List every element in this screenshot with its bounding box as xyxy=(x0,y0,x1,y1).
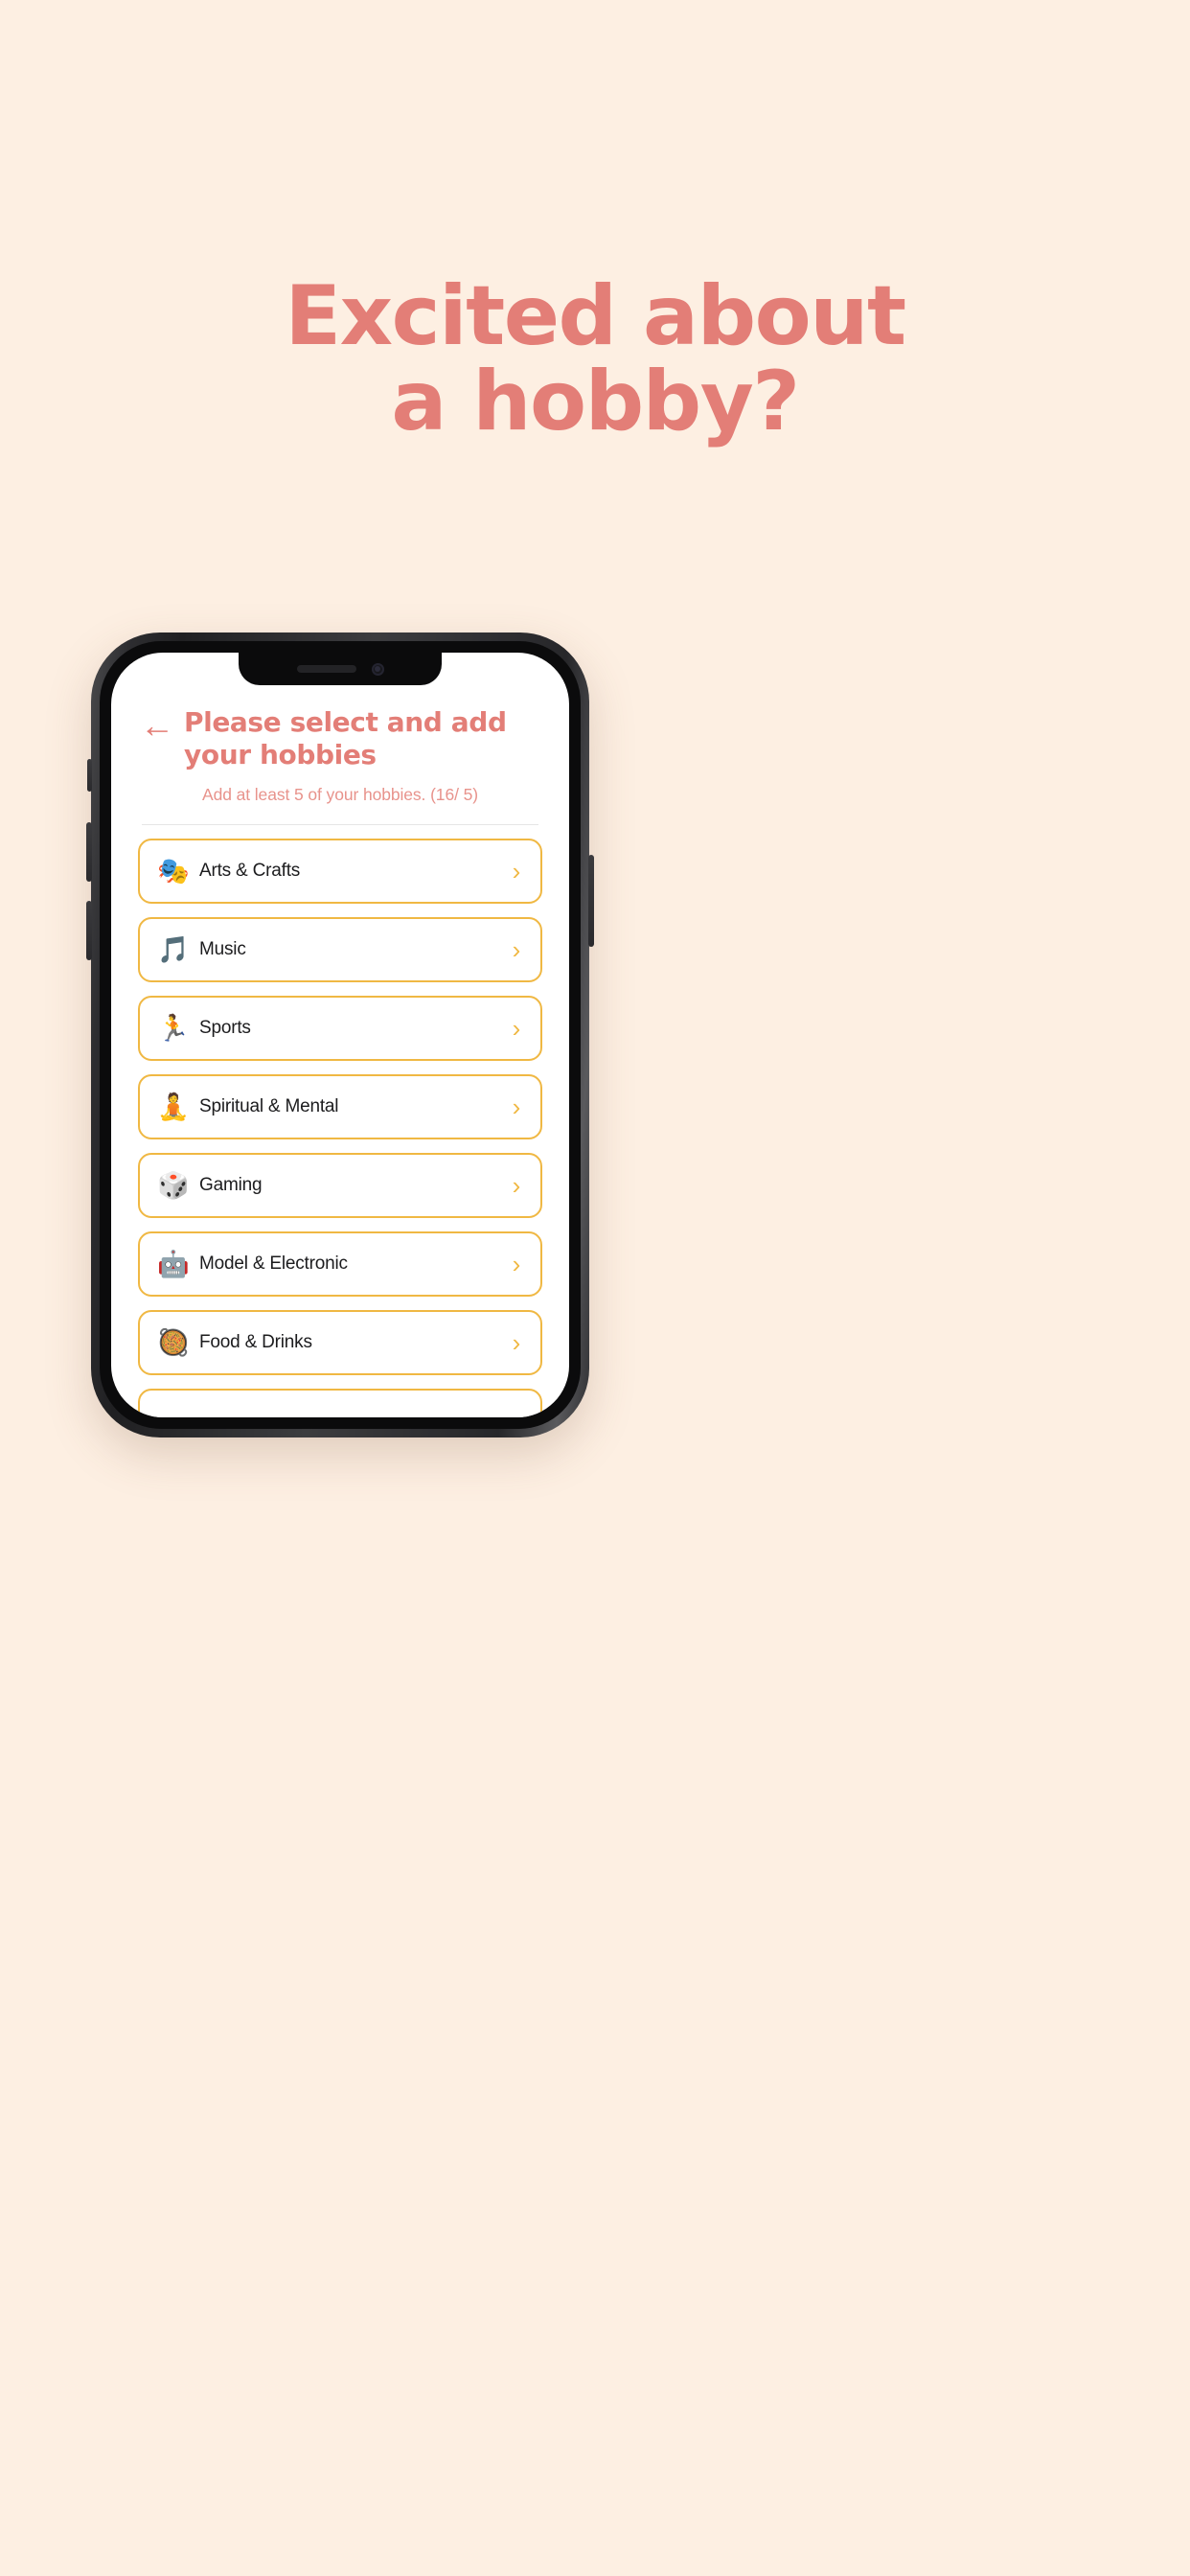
back-arrow-icon[interactable]: ← xyxy=(140,708,174,743)
robot-icon: 🤖 xyxy=(157,1249,190,1279)
hobby-list-item[interactable]: 🧘 Spiritual & Mental › xyxy=(138,1074,542,1140)
theater-masks-icon: 🎭 xyxy=(157,856,190,886)
hobby-list-item[interactable]: 🤖 Model & Electronic › xyxy=(138,1231,542,1298)
speaker-icon xyxy=(296,665,356,673)
paella-icon: 🥘 xyxy=(157,1327,190,1358)
silence-switch[interactable] xyxy=(87,759,92,792)
phone-bezel: ← Please select and add your hobbies Add… xyxy=(100,641,581,1429)
phone-mockup: ← Please select and add your hobbies Add… xyxy=(86,632,594,1438)
chevron-right-icon[interactable]: › xyxy=(508,1016,525,1041)
promo-headline: Excited about a hobby? xyxy=(0,274,1190,444)
hobby-item-label: Arts & Crafts xyxy=(199,861,301,882)
headline-line-1: Excited about xyxy=(285,268,906,364)
hobby-selection-screen: ← Please select and add your hobbies Add… xyxy=(111,653,569,1417)
chevron-right-icon[interactable]: › xyxy=(508,937,525,962)
power-button[interactable] xyxy=(588,855,594,947)
hobby-item-label: Food & Drinks xyxy=(199,1332,312,1353)
chevron-right-icon[interactable]: › xyxy=(508,1173,525,1198)
runner-icon: 🏃 xyxy=(157,1013,190,1044)
chevron-right-icon[interactable]: › xyxy=(508,1252,525,1276)
hobby-item-label: Sports xyxy=(199,1018,251,1039)
chevron-right-icon[interactable]: › xyxy=(508,859,525,884)
front-camera-icon xyxy=(371,662,384,676)
hobby-item-label: Model & Electronic xyxy=(199,1254,348,1275)
volume-down-button[interactable] xyxy=(86,901,92,960)
hobby-list-item[interactable]: 🎲 Gaming › xyxy=(138,1153,542,1219)
hobby-list-item[interactable]: 🥘 Food & Drinks › xyxy=(138,1310,542,1376)
hobby-list-item[interactable]: 🎭 Arts & Crafts › xyxy=(138,839,542,905)
hobby-list-item[interactable]: 🎵 Music › xyxy=(138,917,542,983)
chevron-right-icon[interactable]: › xyxy=(508,1094,525,1119)
header-divider xyxy=(142,824,538,826)
music-note-icon: 🎵 xyxy=(157,934,190,965)
hobby-item-label: Gaming xyxy=(199,1175,263,1196)
dice-icon: 🎲 xyxy=(157,1170,190,1201)
page-title: Please select and add your hobbies xyxy=(184,706,507,771)
volume-up-button[interactable] xyxy=(86,822,92,882)
phone-notch xyxy=(239,653,442,685)
lotus-position-icon: 🧘 xyxy=(157,1092,190,1122)
hobby-list: 🎭 Arts & Crafts › 🎵 Music › 🏃 Sports › 🧘… xyxy=(136,839,544,1417)
hobby-list-item[interactable]: 🏃 Sports › xyxy=(138,996,542,1062)
hobby-list-item-partial[interactable] xyxy=(138,1389,542,1417)
hobby-item-label: Music xyxy=(199,939,246,960)
hobby-counter-subtitle: Add at least 5 of your hobbies. (16/ 5) xyxy=(202,785,478,805)
chevron-right-icon[interactable]: › xyxy=(508,1330,525,1355)
hobby-item-label: Spiritual & Mental xyxy=(199,1096,339,1117)
headline-line-2: a hobby? xyxy=(391,353,800,449)
phone-screen: ← Please select and add your hobbies Add… xyxy=(111,653,569,1417)
screen-header: ← Please select and add your hobbies xyxy=(136,706,544,771)
